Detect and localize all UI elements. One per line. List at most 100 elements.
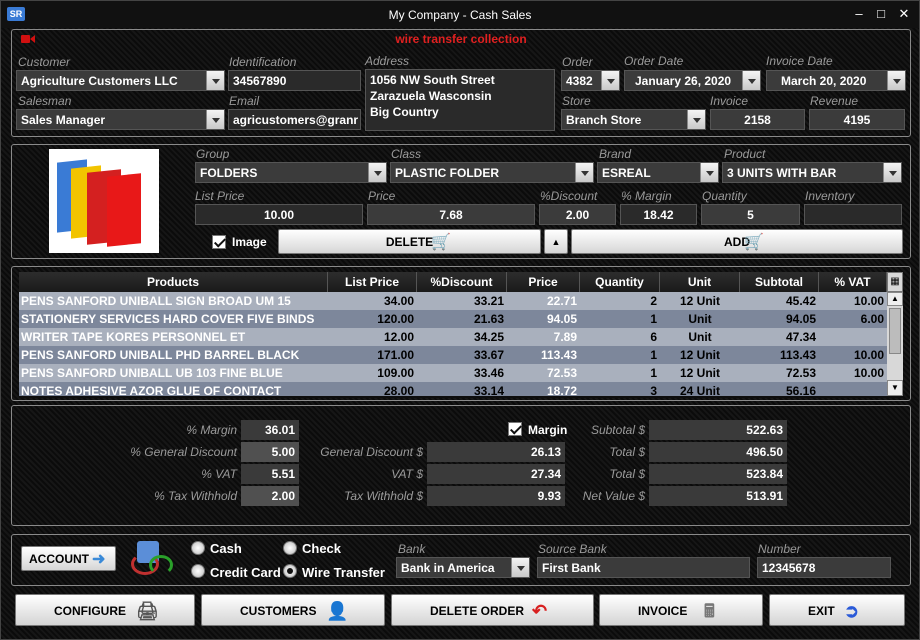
column-header-quantity[interactable]: Quantity (580, 272, 660, 292)
delete-item-button[interactable]: DELETE 🛒 (278, 229, 541, 254)
chevron-down-icon[interactable] (700, 163, 718, 182)
table-row[interactable]: WRITER TAPE KORES PERSONNEL ET 12.00 34.… (19, 328, 887, 346)
gen-disc-pct-field[interactable]: 5.00 (241, 442, 299, 462)
scroll-up-icon[interactable]: ▲ (887, 292, 903, 306)
brand-label: Brand (599, 147, 632, 161)
order-date-picker[interactable]: January 26, 2020 (624, 70, 761, 91)
margin-field[interactable]: 18.42 (620, 204, 697, 225)
column-header-list-price[interactable]: List Price (328, 272, 417, 292)
group-select[interactable]: FOLDERS (195, 162, 387, 183)
source-bank-label: Source Bank (538, 542, 607, 556)
chevron-down-icon[interactable] (687, 110, 705, 129)
source-bank-field[interactable]: First Bank (537, 557, 750, 578)
table-row[interactable]: PENS SANFORD UNIBALL PHD BARREL BLACK 17… (19, 346, 887, 364)
gen-disc-amt-field: 26.13 (427, 442, 565, 462)
net-label: Net Value $ (582, 489, 645, 503)
order-select[interactable]: 4382 (561, 70, 620, 91)
column-chooser-icon[interactable]: ▦ (887, 272, 903, 292)
chevron-down-icon[interactable] (742, 71, 760, 90)
title-bar: SR My Company - Cash Sales – □ ✕ (1, 1, 919, 28)
invoice-date-picker[interactable]: March 20, 2020 (766, 70, 906, 91)
revenue-field[interactable]: 4195 (809, 109, 905, 130)
number-field[interactable]: 12345678 (757, 557, 891, 578)
chevron-down-icon[interactable] (511, 558, 529, 577)
gen-disc-amt-label: General Discount $ (320, 445, 423, 459)
address-field[interactable]: 1056 NW South Street Zarazuela Wasconsin… (365, 69, 555, 131)
payment-credit-card-label: Credit Card (210, 565, 281, 580)
cart-add-icon: 🛒 (744, 234, 764, 251)
account-button[interactable]: ACCOUNT ➜ (21, 546, 116, 571)
price-cell: 22.71 (546, 294, 577, 308)
chevron-down-icon[interactable] (601, 71, 619, 90)
scroll-thumb[interactable] (889, 308, 901, 354)
margin-checkbox[interactable] (508, 422, 522, 436)
group-value: FOLDERS (200, 166, 258, 180)
payment-cash-label: Cash (210, 541, 242, 556)
close-button[interactable]: ✕ (894, 5, 914, 23)
refresh-account-icon[interactable] (127, 537, 175, 579)
transfer-notice: wire transfer collection (395, 32, 527, 46)
chevron-down-icon[interactable] (206, 71, 224, 90)
class-select[interactable]: PLASTIC FOLDER (390, 162, 594, 183)
column-header-unit[interactable]: Unit (660, 272, 740, 292)
delete-order-button[interactable]: DELETE ORDER ↶ (391, 594, 594, 626)
payment-credit-card-radio[interactable] (191, 564, 205, 578)
payment-wire-transfer-radio[interactable] (283, 564, 297, 578)
chevron-down-icon[interactable] (887, 71, 905, 90)
subtotal-cell: 72.53 (785, 366, 816, 380)
add-item-button[interactable]: ADD 🛒 (571, 229, 903, 254)
payment-cash-radio[interactable] (191, 541, 205, 555)
invoice-button[interactable]: INVOICE 🖩 (599, 594, 763, 626)
configure-label: CONFIGURE (54, 604, 126, 618)
tax-pct-field[interactable]: 2.00 (241, 486, 299, 506)
payment-check-radio[interactable] (283, 541, 297, 555)
table-row[interactable]: PENS SANFORD UNIBALL SIGN BROAD UM 15 34… (19, 292, 887, 310)
inventory-label: Inventory (805, 189, 855, 203)
chevron-down-icon[interactable] (368, 163, 386, 182)
quantity-cell: 1 (650, 366, 657, 380)
column-header-discount[interactable]: %Discount (417, 272, 507, 292)
column-header-vat[interactable]: % VAT (819, 272, 887, 292)
quantity-field[interactable]: 5 (701, 204, 800, 225)
customer-select[interactable]: Agriculture Customers LLC (16, 70, 225, 91)
table-row[interactable]: PENS SANFORD UNIBALL UB 103 FINE BLUE 10… (19, 364, 887, 382)
table-row[interactable]: STATIONERY SERVICES HARD COVER FIVE BIND… (19, 310, 887, 328)
order-date-value: January 26, 2020 (635, 74, 732, 88)
table-row[interactable]: NOTES ADHESIVE AZOR GLUE OF CONTACT 28.0… (19, 382, 887, 396)
email-field[interactable]: agricustomers@granr (228, 109, 361, 130)
column-header-subtotal[interactable]: Subtotal (740, 272, 819, 292)
chevron-down-icon[interactable] (883, 163, 901, 182)
price-cell: 18.72 (546, 384, 577, 396)
address-line-1: 1056 NW South Street (370, 73, 495, 87)
bank-select[interactable]: Bank in America (396, 557, 530, 578)
configure-button[interactable]: CONFIGURE 🖨 (15, 594, 195, 626)
identification-field[interactable]: 34567890 (228, 70, 361, 91)
grid-vertical-scrollbar[interactable]: ▲ ▼ (887, 292, 903, 396)
scroll-down-icon[interactable]: ▼ (887, 380, 903, 396)
column-header-products[interactable]: Products (19, 272, 328, 292)
exit-button[interactable]: EXIT ➲ (769, 594, 905, 626)
invoice-field[interactable]: 2158 (710, 109, 805, 130)
store-select[interactable]: Branch Store (561, 109, 706, 130)
chevron-down-icon[interactable] (575, 163, 593, 182)
list-price-field[interactable]: 10.00 (195, 204, 363, 225)
collapse-toggle-button[interactable]: ▲ (544, 229, 568, 254)
discount-cell: 33.46 (473, 366, 504, 380)
subtotal-cell: 113.43 (779, 348, 816, 362)
salesman-select[interactable]: Sales Manager (16, 109, 225, 130)
image-checkbox[interactable] (212, 235, 226, 249)
product-select[interactable]: 3 UNITS WITH BAR (722, 162, 902, 183)
discount-field[interactable]: 2.00 (539, 204, 616, 225)
discount-cell: 21.63 (473, 312, 504, 326)
chevron-down-icon[interactable] (206, 110, 224, 129)
minimize-button[interactable]: – (849, 5, 869, 23)
discount-cell: 33.21 (473, 294, 504, 308)
vat-cell: 10.00 (853, 366, 884, 380)
brand-select[interactable]: ESREAL (597, 162, 719, 183)
identification-label: Identification (229, 55, 297, 69)
customers-button[interactable]: CUSTOMERS 👤 (201, 594, 385, 626)
column-header-price[interactable]: Price (507, 272, 580, 292)
price-field[interactable]: 7.68 (367, 204, 535, 225)
vat-cell (819, 382, 887, 396)
maximize-button[interactable]: □ (871, 5, 891, 23)
